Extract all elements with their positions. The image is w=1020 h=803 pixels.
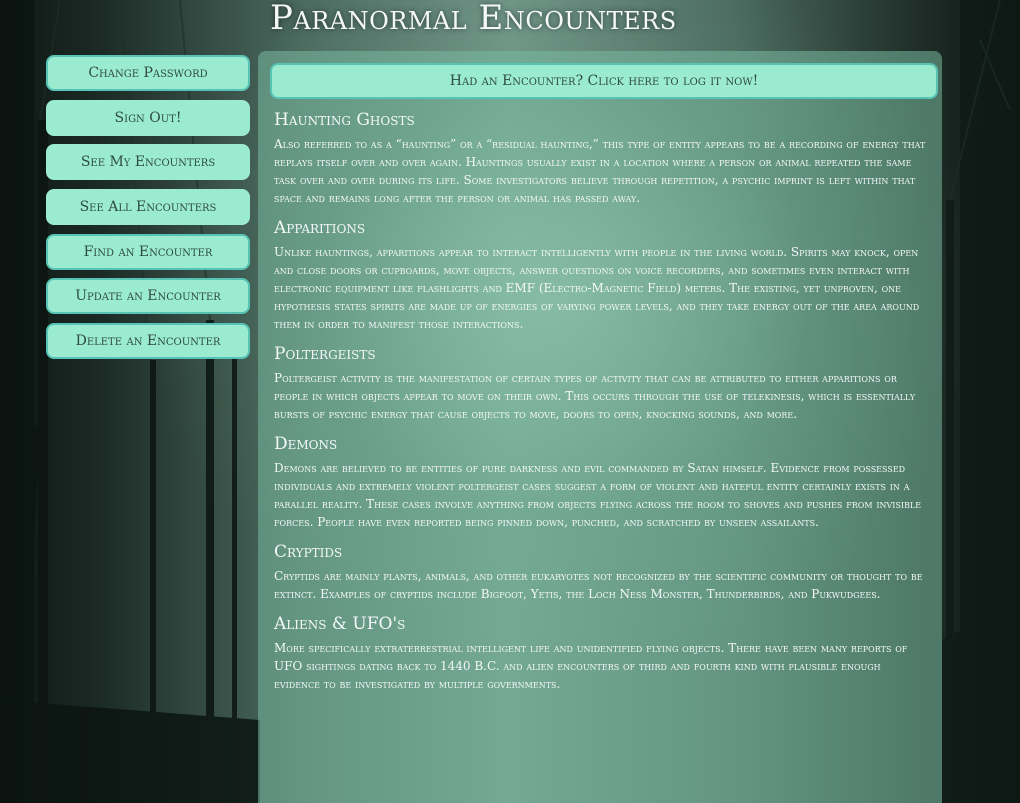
section-aliens-ufos: Aliens & UFO's More specifically extrate…	[274, 613, 926, 693]
see-my-encounters-button[interactable]: See My Encounters	[46, 144, 250, 181]
section-apparitions: Apparitions Unlike hauntings, apparition…	[274, 217, 926, 333]
section-title: Haunting Ghosts	[274, 110, 415, 130]
content-panel: Had an Encounter? Click here to log it n…	[258, 51, 942, 803]
delete-encounter-button[interactable]: Delete an Encounter	[46, 323, 250, 360]
section-body: Cryptids are mainly plants, animals, and…	[274, 569, 923, 601]
section-demons: Demons Demons are believed to be entitie…	[274, 433, 926, 531]
log-encounter-button[interactable]: Had an Encounter? Click here to log it n…	[270, 63, 938, 99]
section-cryptids: Cryptids Cryptids are mainly plants, ani…	[274, 541, 926, 603]
section-body: Also referred to as a “haunting” or a “r…	[274, 137, 926, 205]
site-title: Paranormal Encounters	[270, 0, 677, 38]
section-title: Apparitions	[274, 218, 366, 238]
section-body: Demons are believed to be entities of pu…	[274, 461, 922, 529]
section-title: Demons	[274, 434, 338, 454]
change-password-button[interactable]: Change Password	[46, 55, 250, 91]
section-body: More specifically extraterrestrial intel…	[274, 641, 908, 691]
section-body: Unlike hauntings, apparitions appear to …	[274, 245, 920, 331]
section-title: Aliens & UFO's	[274, 614, 406, 634]
see-all-encounters-button[interactable]: See All Encounters	[46, 189, 250, 226]
section-title: Poltergeists	[274, 344, 376, 364]
sidebar-nav: Change Password Sign Out! See My Encount…	[46, 55, 250, 368]
section-title: Cryptids	[274, 542, 343, 562]
sign-out-button[interactable]: Sign Out!	[46, 99, 250, 136]
section-poltergeists: Poltergeists Poltergeist activity is the…	[274, 343, 926, 423]
section-haunting-ghosts: Haunting Ghosts Also referred to as a “h…	[274, 109, 926, 207]
update-encounter-button[interactable]: Update an Encounter	[46, 278, 250, 315]
section-body: Poltergeist activity is the manifestatio…	[274, 371, 916, 421]
find-encounter-button[interactable]: Find an Encounter	[46, 233, 250, 270]
